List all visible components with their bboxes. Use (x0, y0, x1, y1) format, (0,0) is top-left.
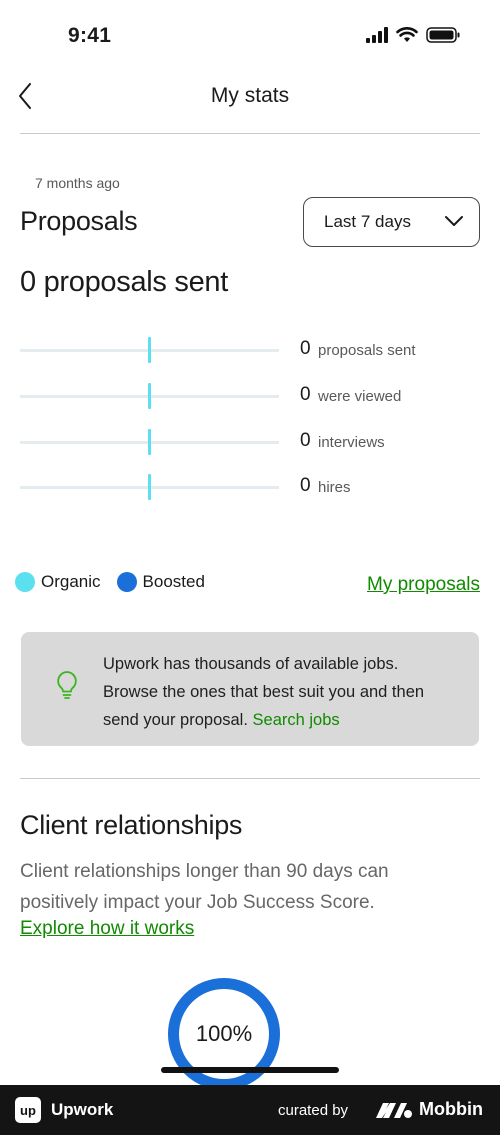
footer-brand: Upwork (51, 1100, 114, 1119)
lightbulb-icon (55, 670, 79, 705)
funnel-value: 0 (300, 338, 311, 359)
boosted-dot-icon (116, 572, 137, 592)
funnel-label: proposals sent (318, 342, 416, 359)
client-retention-ring: 100% (168, 978, 280, 1090)
mobbin-text: Mobbin (419, 1099, 483, 1119)
mobbin-logo-icon (376, 1101, 414, 1124)
client-relationships-title: Client relationships (20, 810, 243, 840)
funnel-marker (148, 383, 151, 409)
header-divider (20, 133, 480, 134)
client-relationships-description: Client relationships longer than 90 days… (20, 861, 389, 913)
nav-bar: My stats (0, 70, 500, 126)
funnel-marker (148, 337, 151, 363)
funnel-legend: Organic Boosted (15, 572, 221, 592)
proposals-sent-headline: 0 proposals sent (20, 266, 228, 298)
legend-label: Organic (41, 572, 101, 591)
status-time: 9:41 (68, 24, 112, 47)
funnel-label: hires (318, 479, 351, 496)
organic-dot-icon (15, 572, 35, 592)
curated-by-text: curated by (278, 1102, 349, 1119)
funnel-row-hires: 0 hires (20, 472, 480, 502)
legend-label: Boosted (142, 572, 205, 591)
section-divider (20, 778, 480, 779)
chevron-down-icon (445, 216, 463, 226)
explore-how-it-works-link[interactable]: Explore how it works (20, 918, 194, 940)
funnel-label: interviews (318, 434, 385, 451)
legend-item-organic: Organic (15, 572, 101, 592)
legend-item-boosted: Boosted (116, 572, 205, 592)
funnel-label: were viewed (318, 388, 402, 405)
search-jobs-link[interactable]: Search jobs (253, 711, 340, 729)
status-bar: 9:41 (0, 0, 500, 70)
status-icons (366, 27, 460, 48)
funnel-marker (148, 429, 151, 455)
home-indicator (161, 1067, 339, 1073)
page-title: My stats (210, 84, 290, 107)
funnel-row-proposals-sent: 0 proposals sent (20, 335, 480, 365)
footer-bar: up Upwork curated by Mobbin (0, 1085, 500, 1135)
date-range-value: Last 7 days (324, 212, 411, 231)
my-proposals-link[interactable]: My proposals (367, 574, 480, 596)
funnel-row-viewed: 0 were viewed (20, 381, 480, 411)
battery-icon (426, 27, 460, 48)
last-updated-timestamp: 7 months ago (35, 175, 120, 191)
wifi-icon (396, 27, 418, 48)
proposals-title: Proposals (20, 206, 138, 236)
cellular-signal-icon (366, 27, 388, 48)
tip-text: Upwork has thousands of available jobs. … (103, 650, 453, 734)
upwork-logo-icon: up (15, 1097, 41, 1123)
date-range-dropdown[interactable]: Last 7 days (303, 197, 480, 247)
tip-card: Upwork has thousands of available jobs. … (21, 632, 479, 746)
funnel-marker (148, 474, 151, 500)
retention-percent: 100% (195, 1021, 253, 1046)
funnel-value: 0 (300, 475, 311, 496)
funnel-value: 0 (300, 384, 311, 405)
funnel-value: 0 (300, 430, 311, 451)
funnel-row-interviews: 0 interviews (20, 427, 480, 457)
